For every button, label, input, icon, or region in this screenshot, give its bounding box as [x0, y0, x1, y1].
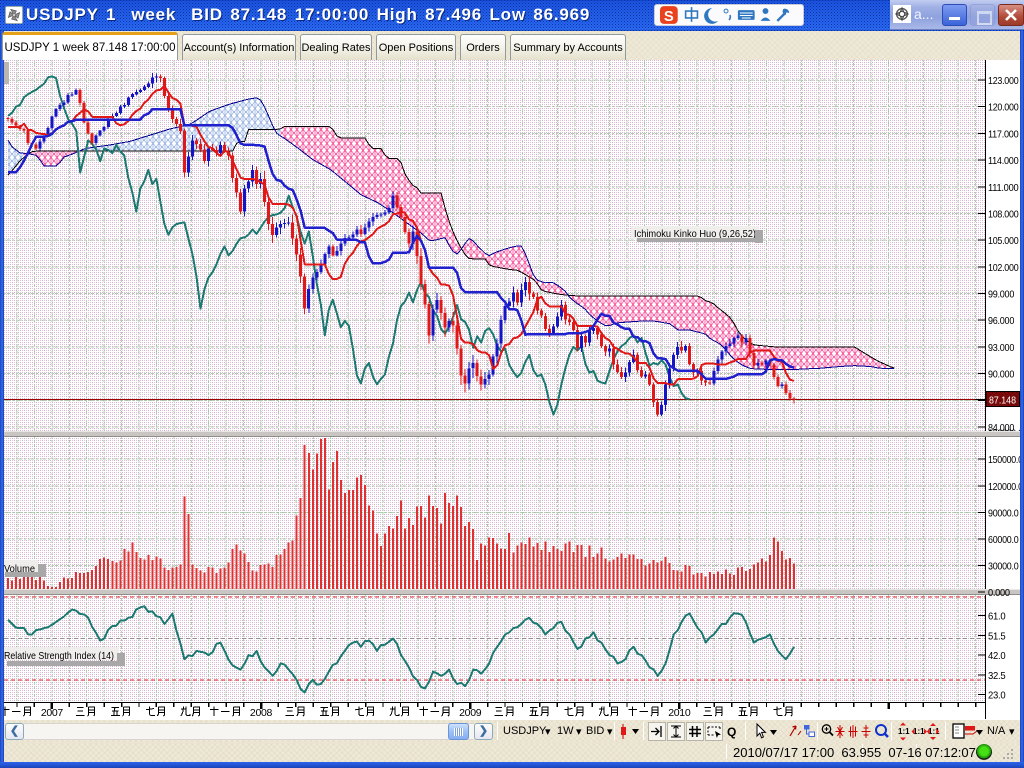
svg-text:Q: Q — [727, 725, 736, 739]
svg-text:90000.0: 90000.0 — [988, 507, 1019, 519]
svg-text:60000.0: 60000.0 — [988, 534, 1019, 546]
svg-text:120.000: 120.000 — [988, 102, 1019, 114]
svg-text:1:1: 1:1 — [913, 727, 925, 736]
svg-text:105.000: 105.000 — [988, 235, 1019, 247]
svg-text:117.000: 117.000 — [988, 128, 1019, 140]
svg-text:90.000: 90.000 — [988, 369, 1014, 381]
svg-text:102.000: 102.000 — [988, 262, 1019, 274]
svg-text:87.148: 87.148 — [989, 395, 1016, 407]
svg-text:42.0: 42.0 — [988, 650, 1006, 662]
svg-text:0.000: 0.000 — [988, 587, 1010, 599]
svg-text:84.000: 84.000 — [988, 422, 1014, 434]
svg-text:51.5: 51.5 — [988, 630, 1006, 642]
svg-text:2009: 2009 — [459, 707, 482, 719]
svg-text:2010: 2010 — [668, 707, 691, 719]
svg-text:120000.0: 120000.0 — [988, 481, 1023, 493]
svg-text:2007: 2007 — [41, 707, 64, 719]
svg-text:111.000: 111.000 — [988, 182, 1019, 194]
svg-text:32.5: 32.5 — [988, 670, 1006, 682]
svg-text:93.000: 93.000 — [988, 342, 1014, 354]
svg-text:1:1: 1:1 — [898, 727, 910, 736]
svg-text:S: S — [664, 9, 674, 25]
svg-text:30000.0: 30000.0 — [988, 561, 1019, 573]
svg-text:Relative Strength Index (14): Relative Strength Index (14) — [4, 650, 114, 662]
svg-text:23.0: 23.0 — [988, 690, 1006, 702]
svg-text:114.000: 114.000 — [988, 155, 1019, 167]
svg-text:108.000: 108.000 — [988, 209, 1019, 221]
svg-text:150000.0: 150000.0 — [988, 454, 1023, 466]
svg-text:2008: 2008 — [250, 707, 273, 719]
svg-text:99.000: 99.000 — [988, 289, 1014, 301]
svg-text:96.000: 96.000 — [988, 315, 1014, 327]
svg-text:123.000: 123.000 — [988, 75, 1019, 87]
svg-text:61.0: 61.0 — [988, 611, 1006, 623]
